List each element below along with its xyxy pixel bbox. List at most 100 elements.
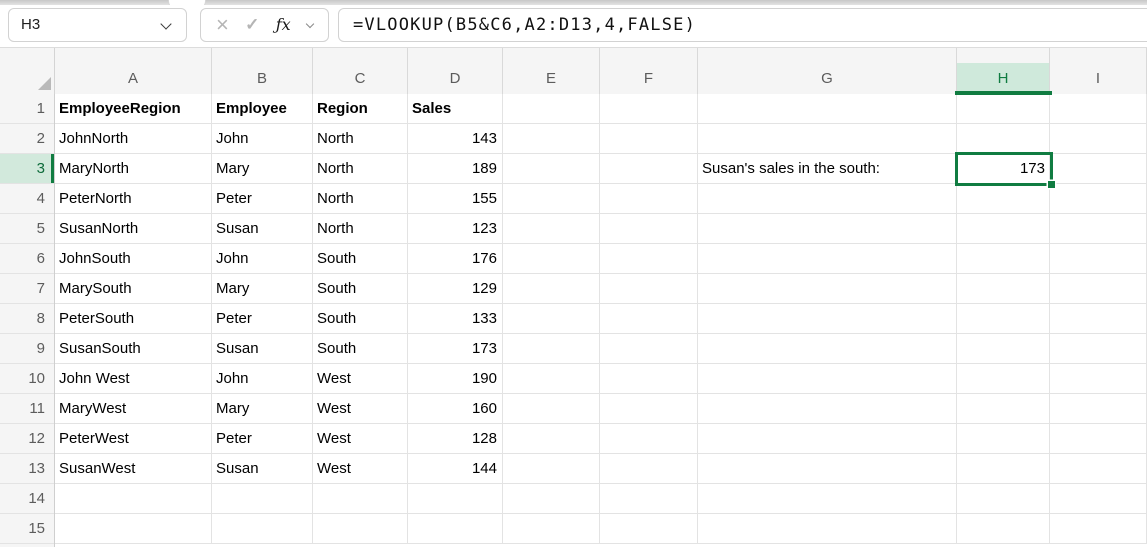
- cell-G4[interactable]: [698, 184, 957, 214]
- cell-F3[interactable]: [600, 154, 698, 184]
- cell-E5[interactable]: [503, 214, 600, 244]
- cell-F6[interactable]: [600, 244, 698, 274]
- cell-B5[interactable]: Susan: [212, 214, 313, 244]
- cell-F10[interactable]: [600, 364, 698, 394]
- enter-icon[interactable]: ✓: [245, 9, 259, 41]
- cell-B3[interactable]: Mary: [212, 154, 313, 184]
- cell-F7[interactable]: [600, 274, 698, 304]
- cell-A13[interactable]: SusanWest: [55, 454, 212, 484]
- cell-C2[interactable]: North: [313, 124, 408, 154]
- cell-G6[interactable]: [698, 244, 957, 274]
- row-header-3[interactable]: 3: [0, 154, 54, 184]
- cell-C11[interactable]: West: [313, 394, 408, 424]
- cell-F15[interactable]: [600, 514, 698, 544]
- cell-B2[interactable]: John: [212, 124, 313, 154]
- cell-F14[interactable]: [600, 484, 698, 514]
- cell-G9[interactable]: [698, 334, 957, 364]
- cell-B9[interactable]: Susan: [212, 334, 313, 364]
- cell-E12[interactable]: [503, 424, 600, 454]
- cell-H9[interactable]: [957, 334, 1050, 364]
- cell-D10[interactable]: 190: [408, 364, 503, 394]
- cell-G8[interactable]: [698, 304, 957, 334]
- cell-G11[interactable]: [698, 394, 957, 424]
- cell-D14[interactable]: [408, 484, 503, 514]
- cell-A5[interactable]: SusanNorth: [55, 214, 212, 244]
- cell-I15[interactable]: [1050, 514, 1147, 544]
- cell-A10[interactable]: John West: [55, 364, 212, 394]
- cell-E3[interactable]: [503, 154, 600, 184]
- cell-H6[interactable]: [957, 244, 1050, 274]
- cell-C7[interactable]: South: [313, 274, 408, 304]
- row-header-13[interactable]: 13: [0, 454, 54, 484]
- cell-E9[interactable]: [503, 334, 600, 364]
- cell-I4[interactable]: [1050, 184, 1147, 214]
- cell-E11[interactable]: [503, 394, 600, 424]
- cell-H5[interactable]: [957, 214, 1050, 244]
- cell-E13[interactable]: [503, 454, 600, 484]
- cell-G3-label[interactable]: Susan's sales in the south:: [702, 154, 955, 184]
- cell-D6[interactable]: 176: [408, 244, 503, 274]
- cell-F13[interactable]: [600, 454, 698, 484]
- cell-C3[interactable]: North: [313, 154, 408, 184]
- cell-D8[interactable]: 133: [408, 304, 503, 334]
- cell-E7[interactable]: [503, 274, 600, 304]
- row-header-10[interactable]: 10: [0, 364, 54, 394]
- cell-D3[interactable]: 189: [408, 154, 503, 184]
- cell-A14[interactable]: [55, 484, 212, 514]
- cell-D12[interactable]: 128: [408, 424, 503, 454]
- column-header-G[interactable]: G: [698, 48, 957, 94]
- cell-E6[interactable]: [503, 244, 600, 274]
- cell-C9[interactable]: South: [313, 334, 408, 364]
- row-header-8[interactable]: 8: [0, 304, 54, 334]
- cell-D5[interactable]: 123: [408, 214, 503, 244]
- column-header-H[interactable]: H: [957, 48, 1050, 94]
- cell-I12[interactable]: [1050, 424, 1147, 454]
- row-header-14[interactable]: 14: [0, 484, 54, 514]
- cell-G10[interactable]: [698, 364, 957, 394]
- cell-G12[interactable]: [698, 424, 957, 454]
- row-header-2[interactable]: 2: [0, 124, 54, 154]
- cell-G14[interactable]: [698, 484, 957, 514]
- column-header-D[interactable]: D: [408, 48, 503, 94]
- cell-G5[interactable]: [698, 214, 957, 244]
- cell-I11[interactable]: [1050, 394, 1147, 424]
- cell-B12[interactable]: Peter: [212, 424, 313, 454]
- cell-G2[interactable]: [698, 124, 957, 154]
- cell-E1[interactable]: [503, 94, 600, 124]
- cell-F4[interactable]: [600, 184, 698, 214]
- cell-I1[interactable]: [1050, 94, 1147, 124]
- cell-H1[interactable]: [957, 94, 1050, 124]
- cell-H7[interactable]: [957, 274, 1050, 304]
- cell-E14[interactable]: [503, 484, 600, 514]
- cell-I9[interactable]: [1050, 334, 1147, 364]
- cell-G15[interactable]: [698, 514, 957, 544]
- cell-H10[interactable]: [957, 364, 1050, 394]
- cell-B7[interactable]: Mary: [212, 274, 313, 304]
- cell-B13[interactable]: Susan: [212, 454, 313, 484]
- cell-D9[interactable]: 173: [408, 334, 503, 364]
- cell-I10[interactable]: [1050, 364, 1147, 394]
- cell-A15[interactable]: [55, 514, 212, 544]
- cell-B10[interactable]: John: [212, 364, 313, 394]
- cell-F1[interactable]: [600, 94, 698, 124]
- cell-C4[interactable]: North: [313, 184, 408, 214]
- cell-A8[interactable]: PeterSouth: [55, 304, 212, 334]
- cell-D1[interactable]: Sales: [408, 94, 503, 124]
- cell-H8[interactable]: [957, 304, 1050, 334]
- cell-D2[interactable]: 143: [408, 124, 503, 154]
- cell-E8[interactable]: [503, 304, 600, 334]
- cell-G7[interactable]: [698, 274, 957, 304]
- cell-I13[interactable]: [1050, 454, 1147, 484]
- cell-D15[interactable]: [408, 514, 503, 544]
- row-header-12[interactable]: 12: [0, 424, 54, 454]
- cell-A1[interactable]: EmployeeRegion: [55, 94, 212, 124]
- cell-F2[interactable]: [600, 124, 698, 154]
- cell-H15[interactable]: [957, 514, 1050, 544]
- cell-G13[interactable]: [698, 454, 957, 484]
- cell-B8[interactable]: Peter: [212, 304, 313, 334]
- formula-input[interactable]: =VLOOKUP(B5&C6,A2:D13,4,FALSE): [338, 8, 1147, 42]
- cell-B4[interactable]: Peter: [212, 184, 313, 214]
- cell-H11[interactable]: [957, 394, 1050, 424]
- fill-handle[interactable]: [1048, 181, 1055, 188]
- cell-C12[interactable]: West: [313, 424, 408, 454]
